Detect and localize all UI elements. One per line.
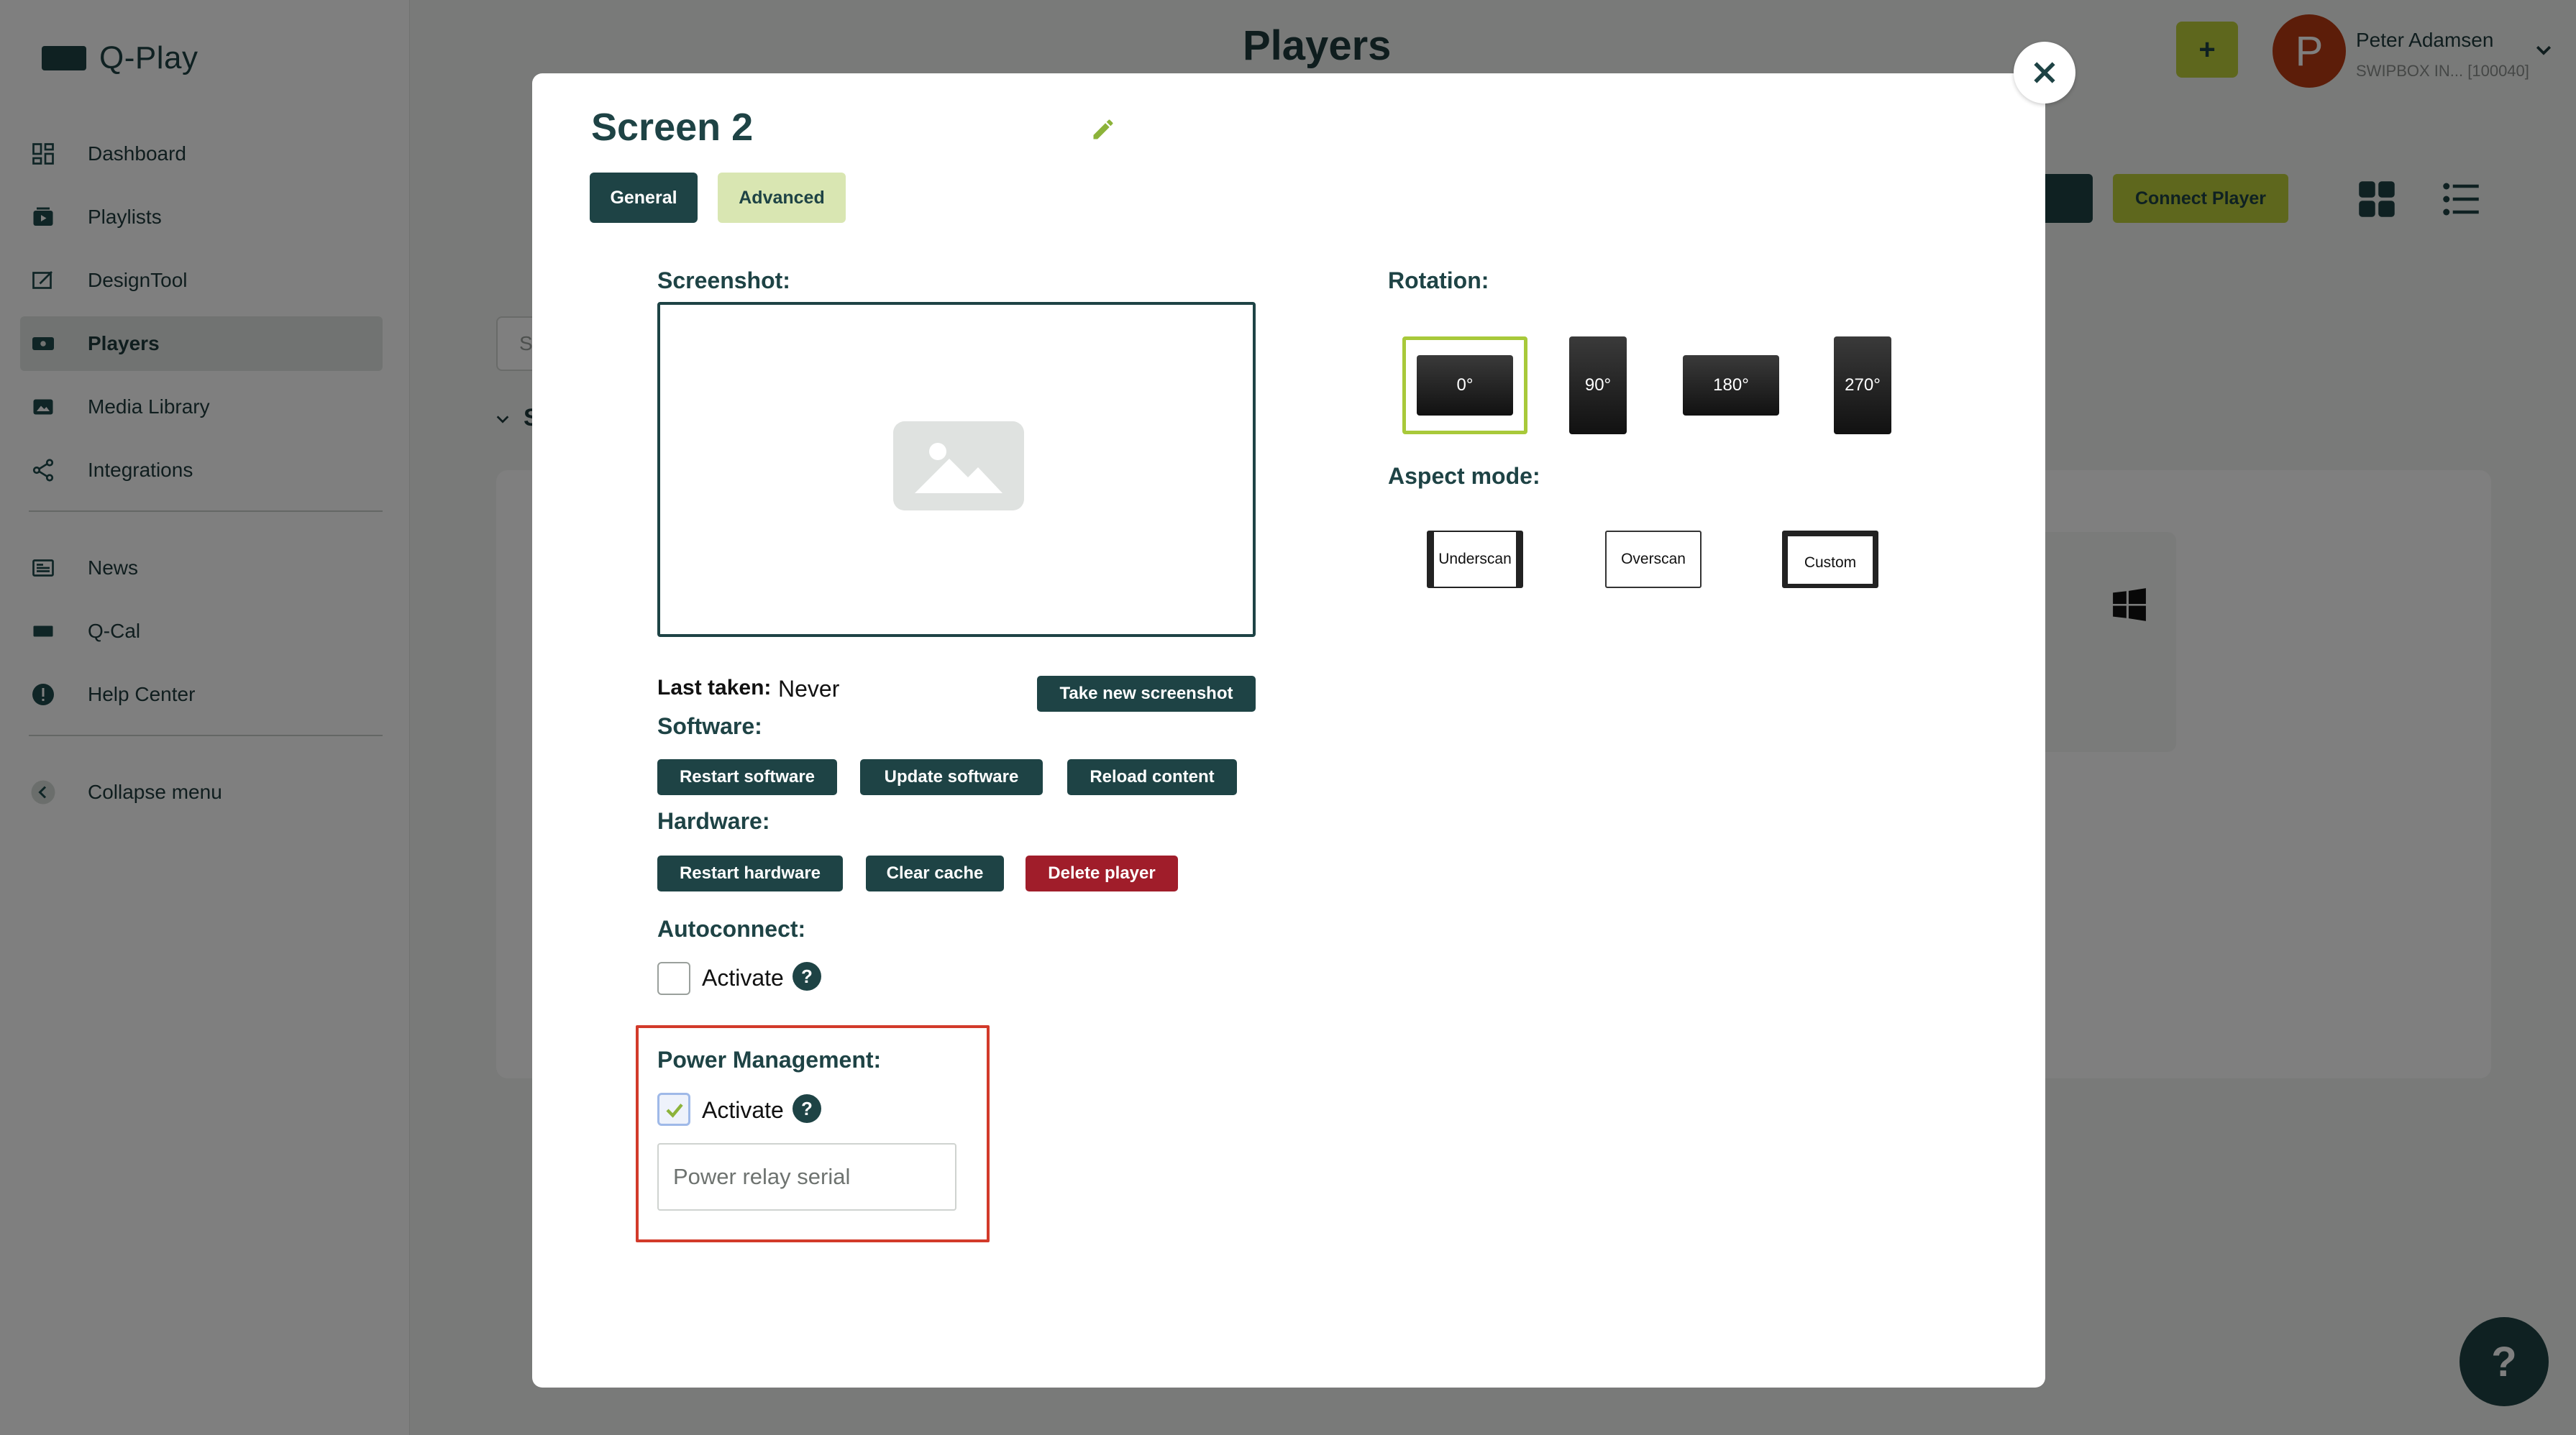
autoconnect-checkbox[interactable] [657,962,690,995]
close-dialog-button[interactable] [2014,42,2075,104]
update-software-button[interactable]: Update software [860,759,1043,795]
restart-software-button[interactable]: Restart software [657,759,837,795]
dialog-title: Screen 2 [591,106,754,149]
tab-advanced[interactable]: Advanced [718,173,846,223]
software-label: Software: [657,713,762,739]
aspect-custom-button[interactable]: Custom [1782,531,1878,588]
autoconnect-label: Autoconnect: [657,916,806,942]
checkmark-icon [666,1104,683,1118]
rotation-180-button[interactable]: 180° [1683,355,1779,416]
delete-player-button[interactable]: Delete player [1026,856,1178,891]
hardware-label: Hardware: [657,808,770,834]
aspect-mode-label: Aspect mode: [1388,463,1540,489]
restart-hardware-button[interactable]: Restart hardware [657,856,843,891]
rotation-90-button[interactable]: 90° [1569,336,1627,434]
take-screenshot-button[interactable]: Take new screenshot [1037,676,1256,712]
help-icon[interactable]: ? [793,1094,821,1123]
clear-cache-button[interactable]: Clear cache [866,856,1004,891]
last-taken-value: Never [778,676,840,702]
reload-content-button[interactable]: Reload content [1067,759,1237,795]
player-settings-dialog: Screen 2 General Advanced Screenshot: La… [532,73,2045,1388]
screenshot-preview [657,302,1256,637]
rotation-270-button[interactable]: 270° [1834,336,1891,434]
close-icon [2034,62,2055,83]
tab-general[interactable]: General [590,173,698,223]
pencil-icon[interactable] [1090,116,1116,142]
power-management-activate-label: Activate [702,1097,784,1123]
aspect-overscan-button[interactable]: Overscan [1605,531,1702,588]
autoconnect-activate-label: Activate [702,965,784,991]
help-icon[interactable]: ? [793,962,821,991]
last-taken-label: Last taken: [657,676,772,700]
screenshot-label: Screenshot: [657,267,790,293]
aspect-underscan-button[interactable]: Underscan [1427,531,1523,588]
power-management-label: Power Management: [657,1047,882,1073]
image-placeholder-icon [893,421,1024,510]
power-relay-serial-input[interactable] [657,1143,956,1211]
power-management-checkbox[interactable] [657,1093,690,1126]
rotation-label: Rotation: [1388,267,1489,293]
rotation-0-button[interactable]: 0° [1417,355,1513,416]
